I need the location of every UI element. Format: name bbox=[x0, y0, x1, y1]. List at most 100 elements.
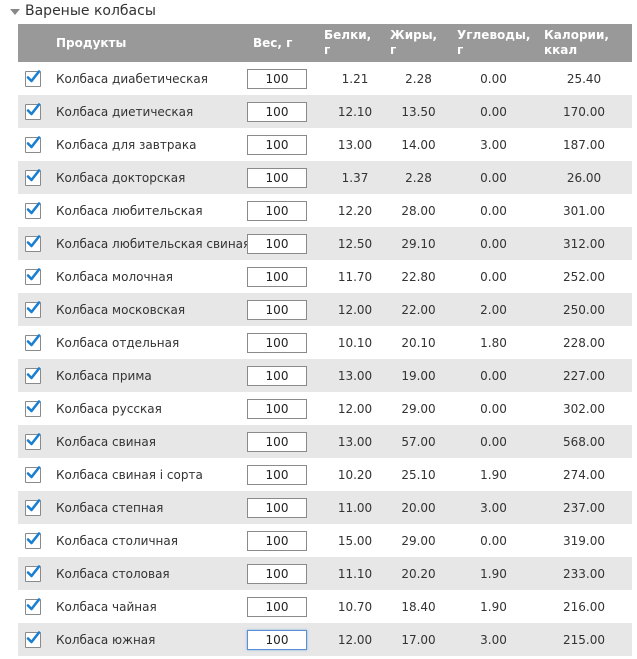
row-check-cell bbox=[18, 425, 48, 458]
weight-input[interactable] bbox=[247, 530, 307, 551]
fat-value: 2.28 bbox=[386, 161, 451, 194]
carbs-value: 0.00 bbox=[451, 392, 536, 425]
header-protein-line1: Белки, bbox=[324, 28, 372, 42]
weight-cell bbox=[247, 392, 324, 425]
table-row: Колбаса отдельная 10.1020.101.80228.00 bbox=[18, 326, 632, 359]
product-name: Колбаса столовая bbox=[48, 557, 247, 590]
table-row: Колбаса любительская свиная 12.5029.100.0… bbox=[18, 227, 632, 260]
row-checkbox[interactable] bbox=[25, 597, 41, 615]
fat-value: 22.80 bbox=[386, 260, 451, 293]
carbs-value: 0.00 bbox=[451, 227, 536, 260]
carbs-value: 0.00 bbox=[451, 161, 536, 194]
weight-input[interactable] bbox=[247, 233, 307, 254]
weight-input[interactable] bbox=[247, 563, 307, 584]
fat-value: 57.00 bbox=[386, 425, 451, 458]
carbs-value: 1.90 bbox=[451, 590, 536, 623]
table-row: Колбаса южная 12.0017.003.00215.00 bbox=[18, 623, 632, 656]
calories-value: 274.00 bbox=[536, 458, 632, 491]
weight-input[interactable] bbox=[247, 629, 307, 650]
protein-value: 1.37 bbox=[324, 161, 386, 194]
weight-input[interactable] bbox=[247, 464, 307, 485]
weight-input[interactable] bbox=[247, 365, 307, 386]
table-row: Колбаса чайная 10.7018.401.90216.00 bbox=[18, 590, 632, 623]
protein-value: 12.10 bbox=[324, 95, 386, 128]
row-check-cell bbox=[18, 491, 48, 524]
row-checkbox[interactable] bbox=[25, 564, 41, 582]
row-checkbox[interactable] bbox=[25, 267, 41, 285]
weight-input[interactable] bbox=[247, 596, 307, 617]
header-protein-line2: г bbox=[324, 43, 331, 57]
fat-value: 28.00 bbox=[386, 194, 451, 227]
weight-input[interactable] bbox=[247, 68, 307, 89]
table-row: Колбаса диетическая 12.1013.500.00170.00 bbox=[18, 95, 632, 128]
row-checkbox[interactable] bbox=[25, 234, 41, 252]
calories-value: 25.40 bbox=[536, 62, 632, 95]
weight-input[interactable] bbox=[247, 101, 307, 122]
carbs-value: 0.00 bbox=[451, 95, 536, 128]
row-checkbox[interactable] bbox=[25, 333, 41, 351]
fat-value: 29.10 bbox=[386, 227, 451, 260]
fat-value: 22.00 bbox=[386, 293, 451, 326]
row-checkbox[interactable] bbox=[25, 531, 41, 549]
fat-value: 14.00 bbox=[386, 128, 451, 161]
row-checkbox[interactable] bbox=[25, 102, 41, 120]
carbs-value: 1.90 bbox=[451, 458, 536, 491]
calories-value: 302.00 bbox=[536, 392, 632, 425]
weight-input[interactable] bbox=[247, 134, 307, 155]
weight-input[interactable] bbox=[247, 299, 307, 320]
header-product-label: Продукты bbox=[56, 36, 127, 50]
calories-value: 233.00 bbox=[536, 557, 632, 590]
calories-value: 301.00 bbox=[536, 194, 632, 227]
row-checkbox[interactable] bbox=[25, 201, 41, 219]
weight-cell bbox=[247, 326, 324, 359]
carbs-value: 1.90 bbox=[451, 557, 536, 590]
table-body: Колбаса диабетическая1.212.280.0025.40Ко… bbox=[18, 62, 632, 656]
row-checkbox[interactable] bbox=[25, 630, 41, 648]
row-check-cell bbox=[18, 260, 48, 293]
weight-cell bbox=[247, 557, 324, 590]
weight-input[interactable] bbox=[247, 332, 307, 353]
weight-input[interactable] bbox=[247, 200, 307, 221]
protein-value: 11.70 bbox=[324, 260, 386, 293]
fat-value: 25.10 bbox=[386, 458, 451, 491]
calories-value: 215.00 bbox=[536, 623, 632, 656]
nutrition-table: Продукты Вес, г Белки, г Жиры, г Углеводы,… bbox=[18, 24, 632, 656]
carbs-value: 0.00 bbox=[451, 425, 536, 458]
fat-value: 29.00 bbox=[386, 524, 451, 557]
row-checkbox[interactable] bbox=[25, 432, 41, 450]
product-name: Колбаса отдельная bbox=[48, 326, 247, 359]
carbs-value: 1.80 bbox=[451, 326, 536, 359]
fat-value: 13.50 bbox=[386, 95, 451, 128]
weight-input[interactable] bbox=[247, 497, 307, 518]
row-check-cell bbox=[18, 623, 48, 656]
header-protein: Белки, г bbox=[324, 24, 386, 62]
calories-value: 568.00 bbox=[536, 425, 632, 458]
weight-input[interactable] bbox=[247, 266, 307, 287]
row-checkbox[interactable] bbox=[25, 168, 41, 186]
weight-input[interactable] bbox=[247, 398, 307, 419]
weight-cell bbox=[247, 128, 324, 161]
product-name: Колбаса диетическая bbox=[48, 95, 247, 128]
section-header[interactable]: Вареные колбасы bbox=[10, 2, 156, 20]
header-product: Продукты bbox=[48, 24, 247, 62]
table-row: Колбаса свиная i сорта 10.2025.101.90274.… bbox=[18, 458, 632, 491]
row-checkbox[interactable] bbox=[25, 399, 41, 417]
row-check-cell bbox=[18, 392, 48, 425]
product-name: Колбаса свиная bbox=[48, 425, 247, 458]
row-check-cell bbox=[18, 293, 48, 326]
row-checkbox[interactable] bbox=[25, 366, 41, 384]
product-name: Колбаса любительская bbox=[48, 194, 247, 227]
weight-input[interactable] bbox=[247, 167, 307, 188]
collapse-triangle-icon[interactable] bbox=[10, 9, 20, 15]
row-checkbox[interactable] bbox=[25, 135, 41, 153]
weight-cell bbox=[247, 227, 324, 260]
protein-value: 10.20 bbox=[324, 458, 386, 491]
row-checkbox[interactable] bbox=[25, 69, 41, 87]
weight-cell bbox=[247, 623, 324, 656]
row-checkbox[interactable] bbox=[25, 300, 41, 318]
row-checkbox[interactable] bbox=[25, 498, 41, 516]
row-checkbox[interactable] bbox=[25, 465, 41, 483]
weight-input[interactable] bbox=[247, 431, 307, 452]
weight-cell bbox=[247, 491, 324, 524]
header-calories-line1: Калории, bbox=[544, 28, 609, 42]
